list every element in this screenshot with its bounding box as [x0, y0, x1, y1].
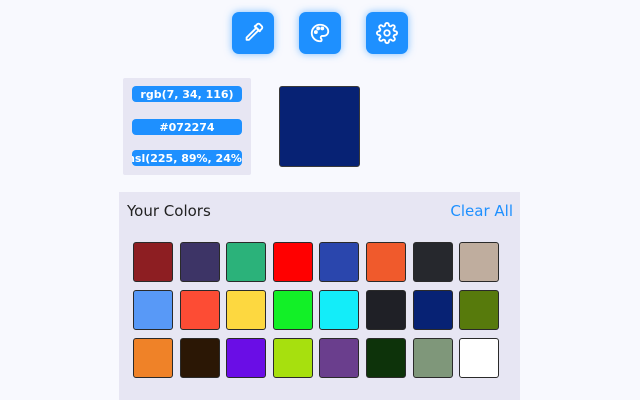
color-swatch[interactable]: [133, 338, 173, 378]
color-swatch[interactable]: [133, 242, 173, 282]
color-codes-panel: rgb(7, 34, 116) #072274 hsl(225, 89%, 24…: [123, 78, 251, 175]
color-swatch[interactable]: [459, 242, 500, 282]
eyedropper-icon: [245, 22, 264, 41]
color-swatch[interactable]: [319, 290, 360, 330]
clear-all-button[interactable]: Clear All: [450, 202, 513, 220]
palette-button[interactable]: [299, 12, 341, 54]
settings-button[interactable]: [366, 12, 408, 54]
color-swatch[interactable]: [133, 290, 173, 330]
color-swatch[interactable]: [226, 290, 267, 330]
hex-value[interactable]: #072274: [132, 119, 242, 135]
color-swatch[interactable]: [412, 290, 453, 330]
color-swatch[interactable]: [459, 338, 500, 378]
color-swatch[interactable]: [365, 242, 406, 282]
color-swatch[interactable]: [226, 242, 267, 282]
color-swatch[interactable]: [179, 242, 220, 282]
toolbar: [0, 12, 640, 54]
gear-icon: [376, 22, 398, 44]
swatch-grid: [133, 242, 500, 378]
color-swatch[interactable]: [179, 290, 220, 330]
color-swatch[interactable]: [179, 338, 220, 378]
color-swatch[interactable]: [319, 338, 360, 378]
color-swatch[interactable]: [272, 338, 313, 378]
your-colors-panel: Your Colors Clear All: [119, 192, 520, 400]
color-preview: [279, 86, 360, 167]
color-swatch[interactable]: [365, 290, 406, 330]
color-swatch[interactable]: [319, 242, 360, 282]
palette-icon: [310, 23, 330, 43]
color-swatch[interactable]: [412, 242, 453, 282]
color-swatch[interactable]: [459, 290, 500, 330]
rgb-value[interactable]: rgb(7, 34, 116): [132, 86, 242, 102]
color-swatch[interactable]: [226, 338, 267, 378]
color-swatch[interactable]: [272, 290, 313, 330]
color-swatch[interactable]: [365, 338, 406, 378]
hsl-value[interactable]: hsl(225, 89%, 24%): [132, 150, 242, 166]
eyedropper-button[interactable]: [232, 12, 274, 54]
color-swatch[interactable]: [412, 338, 453, 378]
your-colors-title: Your Colors: [127, 202, 211, 220]
color-swatch[interactable]: [272, 242, 313, 282]
